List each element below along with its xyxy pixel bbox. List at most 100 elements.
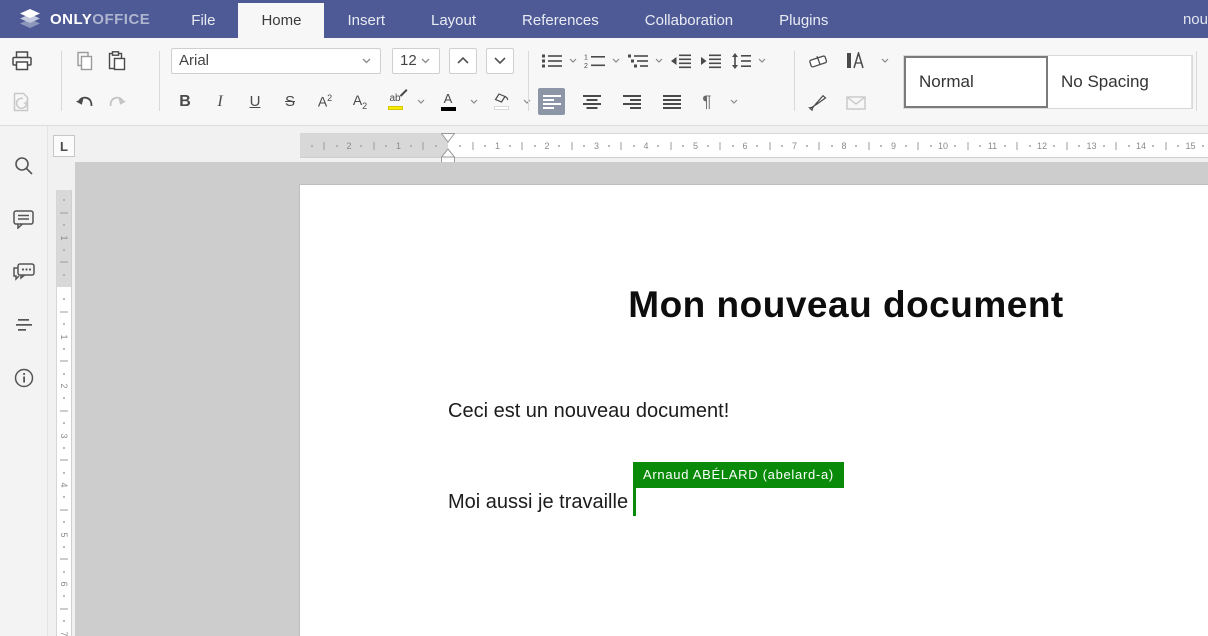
ruler-tick <box>522 142 523 150</box>
ruler-tick <box>534 145 536 147</box>
tab-collaboration[interactable]: Collaboration <box>622 3 756 38</box>
ruler-tick <box>385 145 387 147</box>
toolbar-divider <box>159 51 160 111</box>
font-name-select[interactable]: Arial <box>171 48 381 74</box>
decrement-font-size-button[interactable] <box>486 48 514 74</box>
color-schemes-button[interactable] <box>842 47 870 75</box>
document-canvas[interactable]: Mon nouveau document Ceci est un nouveau… <box>75 162 1208 636</box>
line-spacing-dropdown[interactable] <box>758 58 766 63</box>
font-color-button[interactable]: A <box>434 88 462 116</box>
ruler-number: 12 <box>1037 141 1047 151</box>
paragraph-marks-icon: ¶ <box>702 92 711 112</box>
ruler-number: 6 <box>59 581 69 586</box>
justify-button[interactable] <box>658 88 685 115</box>
tab-home[interactable]: Home <box>238 3 324 38</box>
line-spacing-button[interactable] <box>727 47 755 75</box>
about-button[interactable] <box>12 366 36 390</box>
decrease-indent-button[interactable] <box>667 47 695 75</box>
align-right-button[interactable] <box>618 88 645 115</box>
navigation-button[interactable] <box>12 313 36 337</box>
increment-font-size-button[interactable] <box>449 48 477 74</box>
ruler-tick <box>608 145 610 147</box>
ruler-number: 13 <box>1086 141 1096 151</box>
ruler-tick <box>63 472 65 474</box>
strikethrough-button[interactable]: S <box>276 88 304 116</box>
ruler-number: 9 <box>891 141 896 151</box>
copy-style-button[interactable] <box>804 88 832 116</box>
clear-style-button[interactable] <box>804 47 832 75</box>
ruler-tick <box>410 145 412 147</box>
ruler-tick <box>1066 142 1067 150</box>
ruler-number: 2 <box>544 141 549 151</box>
ruler-tick <box>60 608 68 609</box>
numbering-button[interactable]: 12 <box>581 47 609 75</box>
tab-references[interactable]: References <box>499 3 622 38</box>
toolbar: Arial 12 B I U S A2 A2 ab <box>0 38 1208 126</box>
italic-button[interactable]: I <box>206 88 234 116</box>
multilevel-list-icon <box>627 53 649 69</box>
tab-file[interactable]: File <box>168 3 238 38</box>
ruler-tick <box>63 298 65 300</box>
ruler-tick <box>1103 145 1105 147</box>
ruler-number: 2 <box>59 383 69 388</box>
paragraph-marks-dropdown[interactable] <box>730 99 738 104</box>
underline-button[interactable]: U <box>241 88 269 116</box>
ruler-tick <box>720 142 721 150</box>
chat-button[interactable] <box>12 260 36 284</box>
tab-stop-selector[interactable]: L <box>53 135 75 157</box>
ruler-tick <box>868 142 869 150</box>
style-normal[interactable]: Normal <box>904 56 1048 108</box>
bullets-dropdown[interactable] <box>569 58 577 63</box>
ruler-tick <box>583 145 585 147</box>
paste-button[interactable] <box>103 47 131 75</box>
vertical-ruler[interactable]: 11234567 <box>56 190 72 636</box>
multilevel-list-button[interactable] <box>624 47 652 75</box>
ruler-tick <box>63 546 65 548</box>
copy-button[interactable] <box>71 47 99 75</box>
align-center-button[interactable] <box>578 88 605 115</box>
ruler-tick <box>311 145 313 147</box>
save-button[interactable] <box>8 88 36 116</box>
horizontal-ruler[interactable]: 21123456789101112131415 <box>300 133 1208 158</box>
search-button[interactable] <box>12 154 36 178</box>
style-no-spacing[interactable]: No Spacing <box>1048 56 1192 108</box>
ruler-tick <box>930 145 932 147</box>
tab-layout[interactable]: Layout <box>408 3 499 38</box>
highlight-color-button[interactable]: ab <box>381 88 409 116</box>
highlight-color-dropdown[interactable] <box>417 99 425 104</box>
multilevel-list-dropdown[interactable] <box>655 58 663 63</box>
ruler-tick <box>360 145 362 147</box>
shading-button[interactable] <box>487 88 515 116</box>
superscript-button[interactable]: A2 <box>311 88 339 116</box>
print-button[interactable] <box>8 47 36 75</box>
numbering-dropdown[interactable] <box>612 58 620 63</box>
ruler-zone: L 21123456789101112131415 <box>48 126 1208 162</box>
shading-dropdown[interactable] <box>523 99 531 104</box>
ruler-tick <box>707 145 709 147</box>
ruler-tick <box>732 145 734 147</box>
increase-indent-button[interactable] <box>697 47 725 75</box>
subscript-button[interactable]: A2 <box>346 88 374 116</box>
group-font: Arial 12 B I U S A2 A2 ab <box>171 40 533 122</box>
paragraph: Moi aussi je travaille <box>448 491 628 514</box>
ruler-tick <box>63 521 65 523</box>
ruler-tick <box>63 447 65 449</box>
font-color-dropdown[interactable] <box>470 99 478 104</box>
bullets-button[interactable] <box>538 47 566 75</box>
search-icon <box>14 156 34 176</box>
font-size-select[interactable]: 12 <box>392 48 440 74</box>
ruler-tick <box>63 224 65 226</box>
redo-button[interactable] <box>103 88 131 116</box>
color-schemes-dropdown[interactable] <box>881 58 889 63</box>
tab-plugins[interactable]: Plugins <box>756 3 851 38</box>
comments-button[interactable] <box>12 207 36 231</box>
align-left-button[interactable] <box>538 88 565 115</box>
collaborator-cursor-caret <box>633 488 636 516</box>
bold-button[interactable]: B <box>171 88 199 116</box>
undo-button[interactable] <box>71 88 99 116</box>
tab-insert[interactable]: Insert <box>324 3 408 38</box>
paragraph-marks-button[interactable]: ¶ <box>698 88 716 116</box>
ruler-number: 3 <box>59 433 69 438</box>
mail-merge-button[interactable] <box>842 88 870 116</box>
document-page[interactable]: Mon nouveau document Ceci est un nouveau… <box>300 185 1208 636</box>
